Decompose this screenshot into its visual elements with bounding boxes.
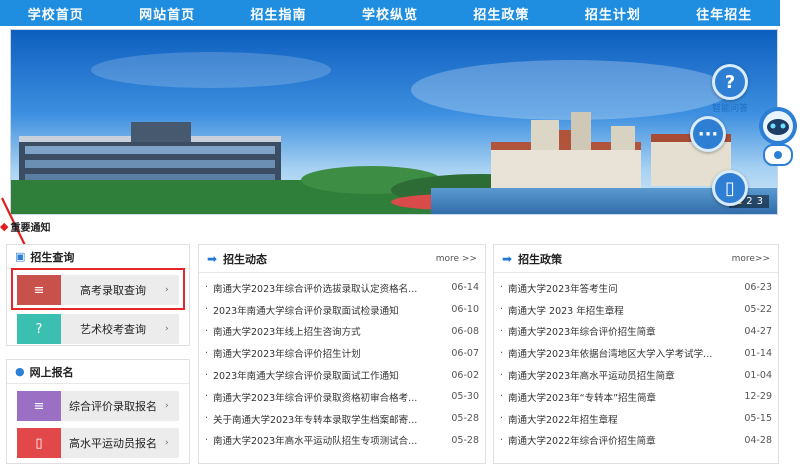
policy-row[interactable]: · 南通大学2023年依据台湾地区大学入学考试学... 01-14 — [500, 342, 772, 364]
book-icon: ▯ — [17, 428, 61, 458]
athlete-signup-label: 高水平运动员报名 — [69, 437, 157, 450]
news-list: · 南通大学2023年综合评价选拔录取认定资格名... 06-14 · 2023年南通… — [199, 273, 485, 451]
important-notice[interactable]: ◆ 重要通知 — [0, 218, 50, 234]
nav-item-guide[interactable]: 招生指南 — [223, 4, 334, 23]
slide-dot-3[interactable]: 3 — [755, 196, 765, 207]
news-panel: ➡ 招生动态 more >> · 南通大学2023年综合评价选拔录取认定资格名..… — [198, 244, 486, 464]
news-row[interactable]: · 南通大学2023年综合评价录取资格初审合格考... 05-30 — [205, 386, 479, 408]
user-icon: ● — [15, 365, 25, 378]
enroll-query-title: 招生查询 — [30, 250, 75, 264]
athlete-signup-button[interactable]: ▯ 高水平运动员报名 › — [17, 428, 179, 458]
highlight-frame — [11, 268, 185, 310]
stack-icon: ≡ — [17, 391, 61, 421]
top-nav: 学校首页 网站首页 招生指南 学校纵览 招生政策 招生计划 往年招生 — [0, 0, 780, 26]
news-title: 招生动态 — [223, 252, 268, 266]
news-row[interactable]: · 南通大学2023年综合评价招生计划 06-07 — [205, 342, 479, 364]
nav-item-site-home[interactable]: 网站首页 — [111, 4, 222, 23]
online-signup-header: ● 网上报名 — [7, 360, 189, 384]
news-row[interactable]: · 南通大学2023年高水平运动队招生专项测试合... 05-28 — [205, 430, 479, 452]
news-row[interactable]: · 南通大学2023年线上招生咨询方式 06-08 — [205, 321, 479, 343]
campus-banner-image — [11, 30, 777, 214]
policy-panel: ➡ 招生政策 more>> · 南通大学2023年答考生问 06-23 · 南通大学 … — [493, 244, 779, 464]
news-row[interactable]: · 关于南通大学2023年专转本录取学生档案邮寄... 05-28 — [205, 408, 479, 430]
nav-item-policy[interactable]: 招生政策 — [446, 4, 557, 23]
login-arrow-icon: ➡ — [207, 251, 218, 266]
page: 学校首页 网站首页 招生指南 学校纵览 招生政策 招生计划 往年招生 2 3 ?… — [0, 0, 800, 470]
notice-label: 重要通知 — [10, 222, 51, 234]
nav-item-school-home[interactable]: 学校首页 — [0, 4, 111, 23]
policy-header: ➡ 招生政策 more>> — [494, 245, 778, 273]
art-exam-query-label: 艺术校考查询 — [80, 323, 146, 336]
enroll-query-header: ▣ 招生查询 — [7, 245, 189, 269]
policy-more-link[interactable]: more>> — [732, 254, 770, 264]
policy-list: · 南通大学2023年答考生问 06-23 · 南通大学 2023 年招生章程 05-2… — [494, 273, 778, 451]
right-strip — [780, 0, 800, 470]
robot-assistant-icon[interactable] — [752, 104, 800, 170]
news-more-link[interactable]: more >> — [436, 254, 477, 264]
question-icon: ? — [17, 314, 61, 344]
policy-row[interactable]: · 南通大学2023年“专转本”招生简章 12-29 — [500, 386, 772, 408]
online-signup-title: 网上报名 — [29, 365, 74, 379]
chevron-right-icon: › — [165, 401, 169, 411]
news-row[interactable]: · 2023年南通大学综合评价录取面试检录通知 06-10 — [205, 299, 479, 321]
notice-arrow-icon: ◆ — [0, 219, 9, 233]
chat-bubble-icon[interactable]: ··· — [690, 116, 726, 152]
campus-banner[interactable]: 1 2 3 — [10, 29, 778, 215]
policy-row[interactable]: · 南通大学 2023 年招生章程 05-22 — [500, 299, 772, 321]
art-exam-query-button[interactable]: ? 艺术校考查询 › — [17, 314, 179, 344]
help-label: 智能问答 — [711, 104, 748, 114]
id-card-icon: ▣ — [15, 250, 26, 263]
nav-item-plan[interactable]: 招生计划 — [557, 4, 668, 23]
policy-row[interactable]: · 南通大学2022年综合评价招生简章 04-28 — [500, 430, 772, 452]
help-question-icon[interactable]: ? — [712, 64, 748, 100]
news-row[interactable]: · 2023年南通大学综合评价录取面试工作通知 06-02 — [205, 364, 479, 386]
slide-dot-2[interactable]: 2 — [744, 196, 754, 207]
nav-item-past[interactable]: 往年招生 — [669, 4, 780, 23]
policy-title: 招生政策 — [518, 252, 563, 266]
policy-row[interactable]: · 南通大学2023年答考生问 06-23 — [500, 277, 772, 299]
policy-row[interactable]: · 南通大学2022年招生章程 05-15 — [500, 408, 772, 430]
chevron-right-icon: › — [165, 438, 169, 448]
book-icon[interactable]: ▯ — [712, 170, 748, 206]
nav-item-overview[interactable]: 学校纵览 — [334, 4, 445, 23]
login-arrow-icon: ➡ — [502, 251, 513, 266]
news-row[interactable]: · 南通大学2023年综合评价选拔录取认定资格名... 06-14 — [205, 277, 479, 299]
comprehensive-eval-signup-button[interactable]: ≡ 综合评价录取报名 › — [17, 391, 179, 421]
policy-row[interactable]: · 南通大学2023年综合评价招生简章 04-27 — [500, 321, 772, 343]
policy-row[interactable]: · 南通大学2023年高水平运动员招生简章 01-04 — [500, 364, 772, 386]
comprehensive-eval-signup-label: 综合评价录取报名 — [69, 400, 157, 413]
chevron-right-icon: › — [165, 324, 169, 334]
news-header: ➡ 招生动态 more >> — [199, 245, 485, 273]
